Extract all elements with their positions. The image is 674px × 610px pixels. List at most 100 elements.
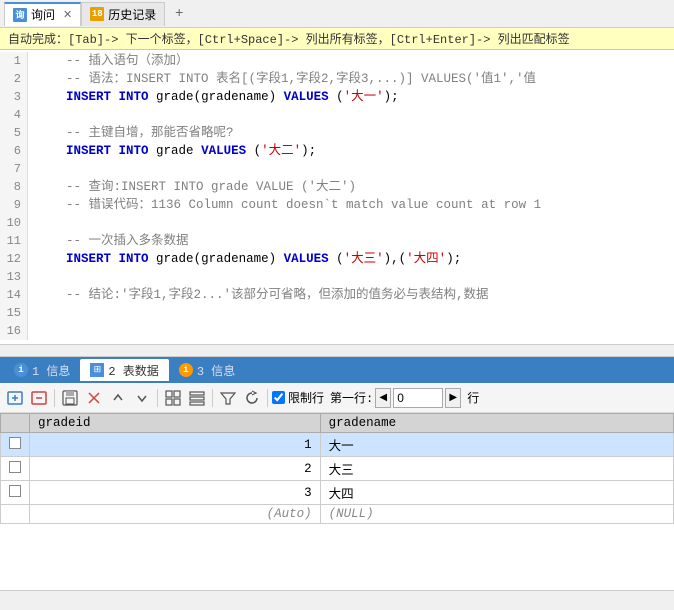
cell-gradename-3[interactable]: 大四 (320, 481, 673, 505)
th-gradeid-label: gradeid (38, 416, 91, 430)
code-line-14: 14 -- 结论:'字段1,字段2...'该部分可省略，但添加的值务必与表结构,… (0, 286, 674, 304)
line-num-13: 13 (0, 268, 28, 286)
line-num-2: 2 (0, 70, 28, 88)
bottom-panel: i 1 信息 ⊞ 2 表数据 i 3 信息 (0, 357, 674, 610)
row-check-3[interactable] (1, 481, 30, 505)
save-button[interactable] (59, 387, 81, 409)
cell-gradeid-3[interactable]: 3 (30, 481, 321, 505)
th-gradename[interactable]: gradename (320, 414, 673, 433)
limit-row-checkbox[interactable]: 限制行 (272, 389, 324, 406)
data-toolbar: 限制行 第一行: ◀ ▶ 行 (0, 383, 674, 413)
filter-button[interactable] (217, 387, 239, 409)
tab-history-label: 历史记录 (108, 6, 156, 23)
add-row-button[interactable] (4, 387, 26, 409)
status-bar (0, 590, 674, 610)
table-row[interactable]: 2 大三 (1, 457, 674, 481)
line-num-8: 8 (0, 178, 28, 196)
form-view-button[interactable] (186, 387, 208, 409)
line-num-5: 5 (0, 124, 28, 142)
code-line-16: 16 (0, 322, 674, 340)
panel-tab-info1[interactable]: i 1 信息 (4, 359, 80, 381)
line-content-12: INSERT INTO grade(gradename) VALUES ('大三… (28, 250, 461, 268)
line-num-9: 9 (0, 196, 28, 214)
first-row-prev-button[interactable]: ◀ (375, 388, 391, 408)
table-row[interactable]: 3 大四 (1, 481, 674, 505)
line-num-15: 15 (0, 304, 28, 322)
line-num-6: 6 (0, 142, 28, 160)
code-line-6: 6 INSERT INTO grade VALUES ('大二'); (0, 142, 674, 160)
first-row-next-button[interactable]: ▶ (445, 388, 461, 408)
limit-row-check[interactable] (272, 391, 285, 404)
tab-query[interactable]: 询 询问 ✕ (4, 2, 81, 26)
line-num-11: 11 (0, 232, 28, 250)
tab-add-button[interactable]: + (169, 4, 189, 24)
code-line-8: 8 -- 查询:INSERT INTO grade VALUE ('大二') (0, 178, 674, 196)
code-line-15: 15 (0, 304, 674, 322)
cell-gradename-1[interactable]: 大一 (320, 433, 673, 457)
code-line-2: 2 -- 语法：INSERT INTO 表名[(字段1,字段2,字段3,...)… (0, 70, 674, 88)
discard-button[interactable] (83, 387, 105, 409)
move-down-button[interactable] (131, 387, 153, 409)
first-row-label: 第一行: (330, 389, 373, 406)
refresh-button[interactable] (241, 387, 263, 409)
toolbar-sep-2 (157, 389, 158, 407)
tab-history[interactable]: 18 历史记录 (81, 2, 165, 26)
line-num-16: 16 (0, 322, 28, 340)
line-num-7: 7 (0, 160, 28, 178)
code-editor[interactable]: 1 -- 插入语句（添加） 2 -- 语法：INSERT INTO 表名[(字段… (0, 50, 674, 345)
code-line-3: 3 INSERT INTO grade(gradename) VALUES ('… (0, 88, 674, 106)
horizontal-scrollbar[interactable] (0, 345, 674, 357)
panel-tab-tabledata[interactable]: ⊞ 2 表数据 (80, 359, 168, 381)
checkbox-3 (9, 485, 21, 497)
hint-bar-text: 自动完成：[Tab]-> 下一个标签，[Ctrl+Space]-> 列出所有标签… (8, 33, 570, 47)
code-line-9: 9 -- 错误代码：1136 Column count doesn`t matc… (0, 196, 674, 214)
tab-bar: 询 询问 ✕ 18 历史记录 + (0, 0, 674, 28)
panel-tab-bar: i 1 信息 ⊞ 2 表数据 i 3 信息 (0, 357, 674, 383)
line-num-4: 4 (0, 106, 28, 124)
table-row[interactable]: 1 大一 (1, 433, 674, 457)
line-content-11: -- 一次插入多条数据 (28, 232, 189, 250)
line-num-1: 1 (0, 52, 28, 70)
line-num-3: 3 (0, 88, 28, 106)
data-table: gradeid gradename 1 大一 2 (0, 413, 674, 524)
data-table-container[interactable]: gradeid gradename 1 大一 2 (0, 413, 674, 590)
table-icon: ⊞ (90, 363, 104, 377)
toolbar-sep-1 (54, 389, 55, 407)
line-content-8: -- 查询:INSERT INTO grade VALUE ('大二') (28, 178, 356, 196)
code-line-4: 4 (0, 106, 674, 124)
first-row-input[interactable] (393, 388, 443, 408)
th-gradeid[interactable]: gradeid (30, 414, 321, 433)
code-line-5: 5 -- 主键自增，那能否省略呢? (0, 124, 674, 142)
tab-query-close[interactable]: ✕ (63, 8, 72, 22)
line-num-10: 10 (0, 214, 28, 232)
table-row-new[interactable]: (Auto) (NULL) (1, 505, 674, 524)
panel-tab-info2[interactable]: i 3 信息 (169, 359, 245, 381)
cell-gradename-new[interactable]: (NULL) (320, 505, 673, 524)
cell-gradeid-2[interactable]: 2 (30, 457, 321, 481)
line-num-14: 14 (0, 286, 28, 304)
panel-tab-info1-label: 1 信息 (32, 362, 70, 379)
cell-gradeid-1[interactable]: 1 (30, 433, 321, 457)
delete-row-button[interactable] (28, 387, 50, 409)
cell-gradeid-new[interactable]: (Auto) (30, 505, 321, 524)
code-line-7: 7 (0, 160, 674, 178)
line-num-12: 12 (0, 250, 28, 268)
cell-gradename-2[interactable]: 大三 (320, 457, 673, 481)
code-line-10: 10 (0, 214, 674, 232)
row-check-2[interactable] (1, 457, 30, 481)
tab-query-label: 询问 (31, 6, 55, 23)
row-check-new[interactable] (1, 505, 30, 524)
line-content-2: -- 语法：INSERT INTO 表名[(字段1,字段2,字段3,...)] … (28, 70, 536, 88)
grid-view-button[interactable] (162, 387, 184, 409)
th-check (1, 414, 30, 433)
line-content-5: -- 主键自增，那能否省略呢? (28, 124, 234, 142)
line-content-3: INSERT INTO grade(gradename) VALUES ('大一… (28, 88, 399, 106)
code-line-1: 1 -- 插入语句（添加） (0, 52, 674, 70)
info-icon: i (14, 363, 28, 377)
th-gradename-label: gradename (329, 416, 397, 430)
info2-icon: i (179, 363, 193, 377)
limit-row-label: 限制行 (288, 389, 324, 406)
toolbar-sep-3 (212, 389, 213, 407)
move-up-button[interactable] (107, 387, 129, 409)
row-check-1[interactable] (1, 433, 30, 457)
